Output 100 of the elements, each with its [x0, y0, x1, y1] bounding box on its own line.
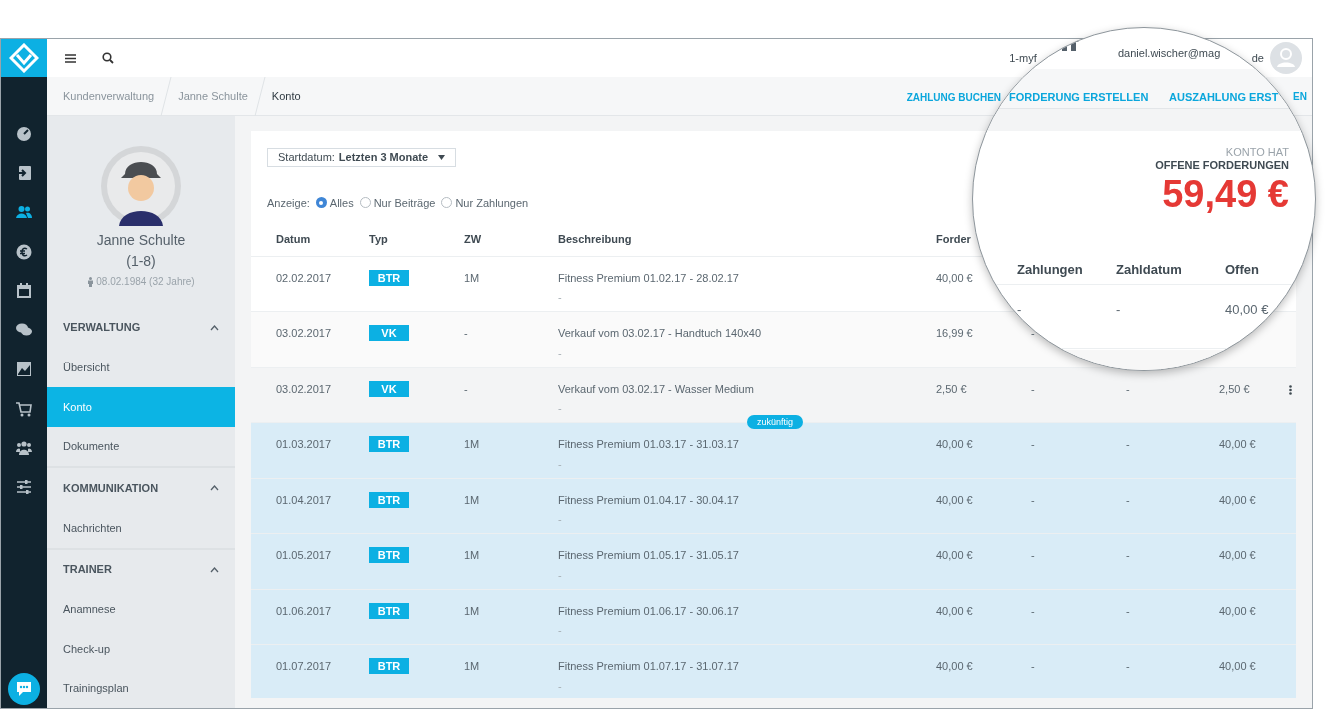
- table-cell-text: 40,00 €: [1219, 437, 1256, 452]
- group-icon[interactable]: [16, 440, 32, 456]
- start-date-dropdown[interactable]: Startdatum: Letzten 3 Monate: [267, 148, 457, 167]
- table-cell-text: 16,99 €: [936, 326, 973, 341]
- type-tag: BTR: [369, 658, 409, 674]
- more-icon[interactable]: [1288, 384, 1292, 395]
- table-cell-text: 1M: [464, 492, 480, 508]
- chevron-up-icon[interactable]: [210, 566, 219, 573]
- type-tag: BTR: [369, 269, 409, 286]
- column-header: Forder: [936, 232, 972, 247]
- table-cell-text: 40,00 €: [936, 437, 973, 452]
- account-name: 1-myf: [1009, 50, 1037, 66]
- sliders-icon[interactable]: [16, 479, 32, 496]
- sidebar-item[interactable]: Nachrichten: [47, 508, 235, 548]
- table-cell-text: 01.07.2017: [276, 659, 332, 674]
- description-text: Fitness Premium 01.02.17 - 28.02.17: [558, 270, 740, 286]
- note-text: -: [558, 623, 563, 638]
- table-cell-text: -: [1116, 301, 1121, 319]
- note-text: -: [558, 678, 563, 694]
- sidebar-item[interactable]: Übersicht: [47, 347, 235, 387]
- chart-icon[interactable]: [16, 361, 32, 378]
- balance-amount: 59,49 €: [1162, 172, 1289, 216]
- table-cell-text: 1M: [464, 437, 480, 452]
- balance-caption: KONTO HAT: [1225, 146, 1289, 159]
- note-text: -: [558, 567, 563, 583]
- table-cell-text: 40,00 €: [1219, 492, 1256, 508]
- note-text: -: [558, 345, 563, 361]
- menu-icon[interactable]: [65, 53, 76, 63]
- table-cell-text: -: [1126, 548, 1130, 563]
- chevron-up-icon[interactable]: [210, 324, 219, 331]
- table-cell-text: 40,00 €: [936, 270, 973, 286]
- chevron-up-icon[interactable]: [210, 485, 219, 491]
- column-header: Zahldatum: [1116, 261, 1182, 279]
- note-text: -: [558, 290, 563, 305]
- table-cell-text: 40,00 €: [936, 548, 973, 563]
- type-tag: VK: [369, 380, 409, 397]
- table-cell-text: -: [1126, 603, 1130, 619]
- type-tag: BTR: [369, 602, 409, 619]
- user-email: de: [1251, 50, 1264, 66]
- users-icon[interactable]: [16, 204, 32, 221]
- radio-option[interactable]: Nur Zahlungen: [441, 194, 529, 211]
- table-cell-text: 1M: [464, 659, 480, 674]
- description-text: Fitness Premium 01.07.17 - 31.07.17: [558, 659, 740, 674]
- description-text: Fitness Premium 01.06.17 - 30.06.17: [558, 603, 740, 619]
- table-cell-text: 1M: [464, 548, 480, 563]
- sidebar-item[interactable]: Dokumente: [47, 426, 235, 466]
- column-header: Beschreibung: [558, 232, 633, 247]
- table-cell-text: 40,00 €: [936, 492, 973, 508]
- breadcrumb-link[interactable]: Konto: [271, 87, 301, 105]
- table-cell-text: -: [464, 326, 468, 341]
- chat-button[interactable]: [8, 673, 40, 705]
- table-cell-text: 03.02.2017: [276, 381, 332, 397]
- table-cell-text: -: [1031, 548, 1035, 563]
- sign-in-icon[interactable]: [16, 164, 32, 181]
- member-name: Janne Schulte: [96, 231, 186, 250]
- balance-status: OFFENE FORDERUNGEN: [1155, 159, 1289, 172]
- table-cell-text: 01.03.2017: [276, 437, 332, 452]
- sidebar-item[interactable]: Check-up: [47, 629, 235, 669]
- sidebar-item[interactable]: Trainingsplan: [47, 668, 235, 708]
- description-text: Fitness Premium 01.03.17 - 31.03.17: [558, 437, 740, 452]
- sidebar-item[interactable]: Anamnese: [47, 589, 235, 629]
- chat-icon[interactable]: [16, 322, 32, 339]
- section-title: KOMMUNIKATION: [63, 480, 159, 496]
- table-cell-text: 03.02.2017: [276, 326, 332, 341]
- table-cell-text: 1M: [464, 270, 480, 286]
- description-text: Verkauf vom 03.02.17 - Wasser Medium: [558, 381, 755, 397]
- table-cell-text: 2,50 €: [936, 381, 967, 397]
- calendar-icon[interactable]: [16, 282, 32, 299]
- radio-option[interactable]: Alles: [315, 194, 354, 211]
- description-text: Fitness Premium 01.04.17 - 30.04.17: [558, 492, 740, 508]
- type-tag: BTR: [369, 436, 409, 452]
- display-label: Anzeige:: [267, 195, 310, 211]
- status-badge: zukünftig: [747, 415, 804, 429]
- gauge-icon[interactable]: [16, 125, 32, 142]
- table-cell-text: 01.05.2017: [276, 548, 332, 563]
- member-group: (1-8): [126, 251, 156, 272]
- table-cell-text: -: [1126, 659, 1130, 674]
- table-cell-text: 40,00 €: [1219, 603, 1256, 619]
- search-icon[interactable]: [102, 52, 114, 64]
- note-text: -: [558, 401, 563, 416]
- column-header: ZW: [464, 232, 483, 247]
- table-cell-text: -: [1126, 492, 1130, 508]
- person-icon: [87, 276, 95, 287]
- section-title: TRAINER: [63, 562, 112, 578]
- cart-icon[interactable]: [16, 400, 32, 417]
- table-cell-text: -: [1031, 381, 1035, 397]
- description-text: Verkauf vom 03.02.17 - Handtuch 140x40: [558, 326, 763, 341]
- table-cell-text: 2,50 €: [1219, 381, 1250, 397]
- table-cell-text: -: [464, 381, 468, 397]
- euro-icon[interactable]: [16, 243, 32, 260]
- radio-option[interactable]: Nur Beiträge: [359, 194, 436, 211]
- note-text: -: [558, 512, 563, 527]
- column-header: Datum: [276, 232, 312, 247]
- table-cell-text: 40,00 €: [1219, 548, 1256, 563]
- column-header: Zahlungen: [1017, 261, 1083, 279]
- table-cell-text: 01.06.2017: [276, 603, 332, 619]
- table-cell-text: 40,00 €: [1219, 659, 1256, 674]
- table-cell-text: -: [1126, 381, 1130, 397]
- table-cell-text: 40,00 €: [936, 603, 973, 619]
- type-tag: BTR: [369, 491, 409, 508]
